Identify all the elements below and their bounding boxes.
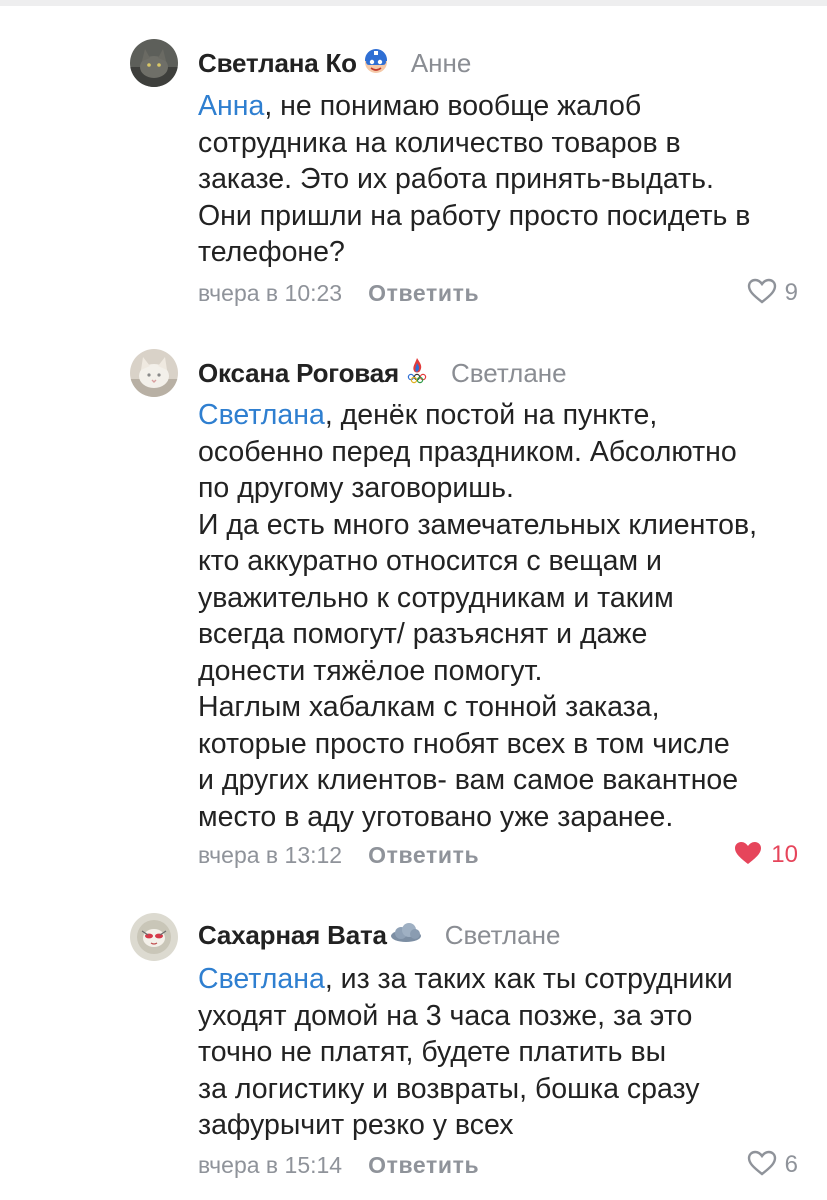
olympic-flame-icon (405, 357, 429, 390)
like-count: 10 (771, 841, 798, 868)
like-count: 6 (784, 1151, 798, 1178)
comment-meta: вчера в 10:23 Ответить 9 (198, 276, 798, 310)
heart-outline-icon (747, 278, 777, 309)
comment-text-line: Анна, не понимаю вообще жалоб (198, 90, 642, 122)
reply-button[interactable]: Ответить (368, 280, 479, 307)
comment-text-line: зафурычит резко у всех (198, 1109, 514, 1141)
avatar[interactable] (130, 39, 178, 87)
timestamp: вчера в 13:12 (198, 841, 343, 868)
avatar[interactable] (130, 349, 178, 397)
like-button[interactable]: 10 (733, 838, 798, 872)
reply-to-name[interactable]: Анне (411, 48, 472, 79)
heart-outline-icon (747, 1150, 777, 1181)
cloud-icon (389, 922, 423, 949)
comment-header: Оксана Роговая Светлане (198, 353, 567, 393)
comment-text-line: по другому заговоришь. (198, 472, 514, 504)
mention-link[interactable]: Анна (198, 90, 264, 122)
comment-header: Сахарная Вата Светлане (198, 915, 560, 955)
comment-text-line: телефоне? (198, 236, 345, 268)
comment-meta: вчера в 13:12 Ответить 10 (198, 838, 798, 872)
comment-text-line: точно не платят, будете платить вы (198, 1036, 667, 1068)
comment-text-line: Светлана, из за таких как ты сотрудники (198, 963, 733, 995)
author-name[interactable]: Сахарная Вата (198, 920, 387, 951)
author-name[interactable]: Оксана Роговая (198, 358, 399, 389)
superhero-emoji-icon (363, 48, 389, 79)
reply-button[interactable]: Ответить (368, 1152, 479, 1179)
comment-text-line: всегда помогут/ разъяснят и даже (198, 618, 648, 650)
reply-to-name[interactable]: Светлане (445, 920, 561, 951)
comment-text: Светлана, из за таких как ты сотрудники … (198, 961, 808, 1144)
mention-link[interactable]: Светлана (198, 399, 325, 431)
comment-meta: вчера в 15:14 Ответить 6 (198, 1148, 798, 1182)
comment-text-line: кто аккуратно относится с вещам и (198, 545, 662, 577)
comment-text-line: которые просто гнобят всех в том числе (198, 727, 730, 760)
comment-text-line: особенно перед праздником. Абсолютно (198, 435, 737, 468)
comment-text-line: и других клиентов- вам самое вакантное (198, 764, 739, 796)
top-divider (0, 0, 827, 6)
comment-text-line: Наглым хабалкам с тонной заказа, (198, 691, 660, 723)
comment-text-line: уважительно к сотрудникам и таким (198, 581, 674, 614)
comment-text: Светлана, денёк постой на пункте, особен… (198, 397, 808, 835)
heart-filled-icon (733, 840, 763, 871)
like-count: 9 (784, 279, 798, 306)
comment-text-line: за логистику и возвраты, бошка сразу (198, 1072, 700, 1105)
comment-text-line: Светлана, денёк постой на пункте, (198, 399, 658, 431)
comment-header: Светлана Ко Анне (198, 43, 471, 83)
comment-text-line: сотрудника на количество товаров в (198, 126, 681, 159)
like-button[interactable]: 9 (747, 276, 798, 310)
mention-link[interactable]: Светлана (198, 963, 325, 995)
timestamp: вчера в 15:14 (198, 1151, 343, 1178)
comment-text: Анна, не понимаю вообще жалоб сотрудника… (198, 88, 808, 271)
comment-text-line: заказе. Это их работа принять-выдать. (198, 163, 714, 195)
timestamp: вчера в 10:23 (198, 279, 343, 306)
comment-text-line: Они пришли на работу просто посидеть в (198, 199, 751, 232)
comment-text-line: уходят домой на 3 часа позже, за это (198, 999, 693, 1032)
author-name[interactable]: Светлана Ко (198, 48, 357, 79)
reply-to-name[interactable]: Светлане (451, 358, 567, 389)
comment-text-line: донести тяжёлое помогут. (198, 654, 543, 687)
comment-text-line: И да есть много замечательных клиентов, (198, 508, 758, 541)
comment-text-line: место в аду уготовано уже заранее. (198, 800, 674, 833)
reply-button[interactable]: Ответить (368, 842, 479, 869)
avatar[interactable] (130, 913, 178, 961)
like-button[interactable]: 6 (747, 1148, 798, 1182)
